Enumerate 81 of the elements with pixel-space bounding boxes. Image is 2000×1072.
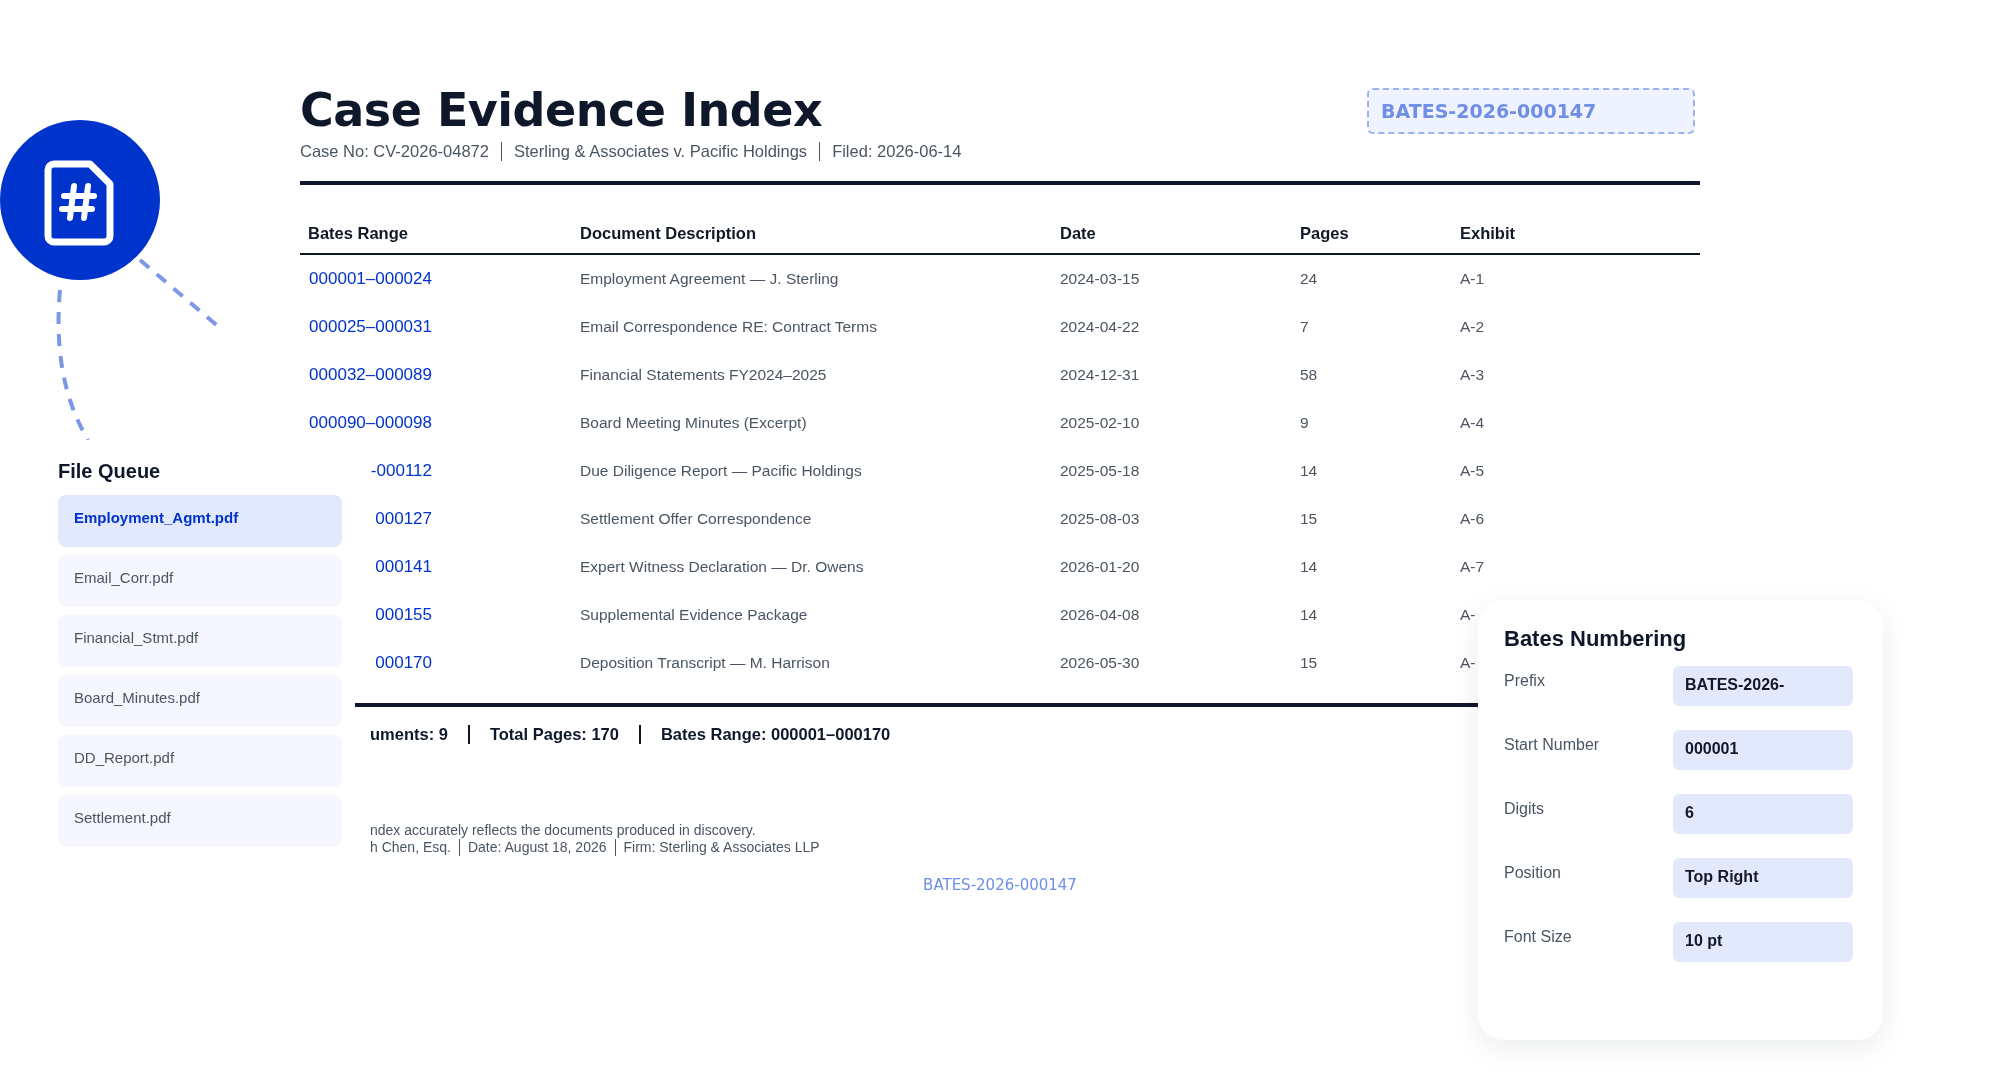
footer-bates-number: BATES-2026-000147: [923, 876, 1077, 894]
table-cell: A-1: [1460, 270, 1485, 287]
column-header: Pages: [1300, 224, 1349, 242]
column-header: Date: [1060, 224, 1096, 242]
table-cell: A-7: [1460, 558, 1485, 575]
field-label: Font Size: [1504, 927, 1572, 947]
table-cell: Email Correspondence RE: Contract Terms: [580, 318, 877, 335]
totals-text: Bates Range: 000001–000170: [638, 725, 911, 744]
table-cell: Financial Statements FY2024–2025: [580, 366, 827, 383]
bates-link[interactable]: 000170: [375, 653, 432, 672]
table-cell: Deposition Transcript — M. Harrison: [580, 654, 830, 671]
bates-link[interactable]: 000032–000089: [309, 365, 432, 384]
input-field[interactable]: Top Right: [1673, 858, 1853, 898]
table-cell: Employment Agreement — J. Sterling: [580, 270, 839, 287]
case-meta: Sterling & Associates v. Pacific Holdings: [500, 142, 820, 161]
input-field[interactable]: 6: [1673, 794, 1853, 834]
table-cell: Settlement Offer Correspondence: [580, 510, 812, 527]
bates-link[interactable]: 000141: [375, 557, 432, 576]
signature-detail: Date: August 18, 2026: [458, 839, 615, 856]
bates-link[interactable]: 000127: [375, 509, 432, 528]
table-cell: A-4: [1460, 414, 1485, 431]
totals-text: Total Pages: 170: [467, 725, 639, 744]
table-cell: 2025-05-18: [1060, 462, 1140, 479]
bates-link[interactable]: 000001–000024: [309, 269, 432, 288]
table-cell: 2025-08-03: [1060, 510, 1140, 527]
table-cell: A-: [1460, 654, 1476, 671]
bates-link[interactable]: -000112: [370, 461, 432, 480]
totals-text: uments: 9: [370, 725, 449, 744]
table-cell: 14: [1300, 462, 1318, 479]
case-meta: Case No: CV-2026-04872: [300, 142, 490, 161]
bates-link[interactable]: 000090–000098: [309, 413, 432, 432]
table-cell: 2024-03-15: [1060, 270, 1140, 287]
table-cell: A-: [1460, 606, 1476, 623]
table-cell: Supplemental Evidence Package: [580, 606, 808, 623]
table-cell: 2024-12-31: [1060, 366, 1140, 383]
field-label: Digits: [1504, 799, 1544, 819]
table-cell: 14: [1300, 558, 1318, 575]
bates-stamp: BATES-2026-000147: [1367, 88, 1695, 134]
table-cell: 14: [1300, 606, 1318, 623]
input-field[interactable]: BATES-2026-: [1673, 666, 1853, 706]
table-cell: 15: [1300, 654, 1318, 671]
case-meta: Filed: 2026-06-14: [819, 142, 974, 161]
input-field[interactable]: 000001: [1673, 730, 1853, 770]
file-item[interactable]: Board_Minutes.pdf: [58, 675, 342, 727]
field-label: Start Number: [1504, 735, 1600, 755]
table-cell: A-5: [1460, 462, 1485, 479]
panel-title: Bates Numbering: [1504, 626, 1688, 652]
table-cell: A-2: [1460, 318, 1485, 335]
file-item[interactable]: DD_Report.pdf: [58, 735, 342, 787]
table-cell: 9: [1300, 414, 1309, 431]
table-cell: Board Meeting Minutes (Excerpt): [580, 414, 807, 431]
table-cell: 2026-04-08: [1060, 606, 1140, 623]
file-item[interactable]: Financial_Stmt.pdf: [58, 615, 342, 667]
column-header: Exhibit: [1460, 224, 1515, 242]
file-item[interactable]: Email_Corr.pdf: [58, 555, 342, 607]
document-title: Case Evidence Index: [300, 82, 823, 139]
table-cell: 2025-02-10: [1060, 414, 1140, 431]
signature-detail: h Chen, Esq.: [370, 839, 452, 856]
table-cell: A-3: [1460, 366, 1485, 383]
table-cell: 24: [1300, 270, 1318, 287]
table-cell: 2026-05-30: [1060, 654, 1140, 671]
table-cell: 2024-04-22: [1060, 318, 1140, 335]
certification-text: ndex accurately reflects the documents produced in discovery.: [370, 822, 757, 839]
table-cell: 58: [1300, 366, 1318, 383]
table-cell: Due Diligence Report — Pacific Holdings: [580, 462, 862, 479]
signature-detail: Firm: Sterling & Associates LLP: [614, 839, 828, 856]
field-label: Position: [1504, 863, 1561, 883]
table-cell: 15: [1300, 510, 1318, 527]
table-cell: 2026-01-20: [1060, 558, 1140, 575]
column-header: Bates Range: [308, 224, 408, 242]
file-item[interactable]: Settlement.pdf: [58, 795, 342, 847]
field-label: Prefix: [1504, 671, 1545, 691]
column-header: Document Description: [580, 224, 757, 242]
bates-link[interactable]: 000025–000031: [309, 317, 432, 336]
panel-title: File Queue: [58, 460, 162, 483]
input-field[interactable]: 10 pt: [1673, 922, 1853, 962]
bates-link[interactable]: 000155: [375, 605, 432, 624]
table-cell: A-6: [1460, 510, 1485, 527]
file-item[interactable]: Employment_Agmt.pdf: [58, 495, 342, 547]
table-cell: 7: [1300, 318, 1309, 335]
table-cell: Expert Witness Declaration — Dr. Owens: [580, 558, 864, 575]
